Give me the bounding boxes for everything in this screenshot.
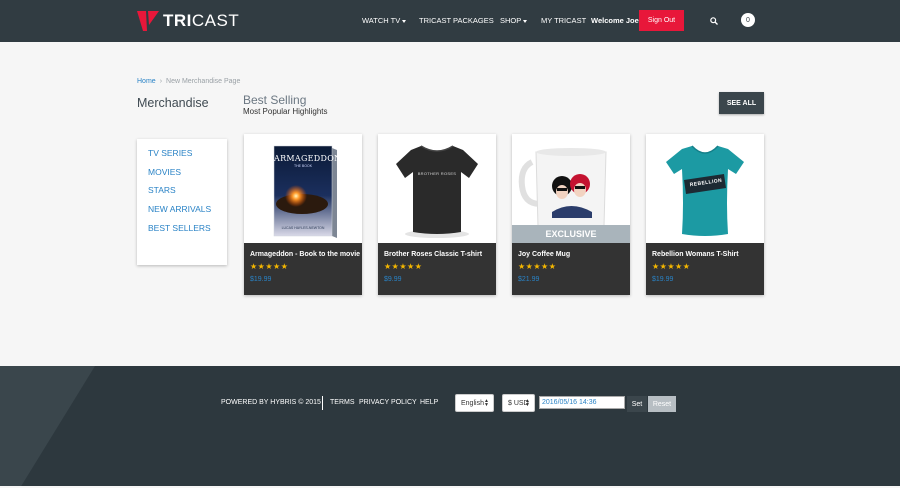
page-title: Merchandise: [137, 96, 209, 110]
product-info: Rebellion Womans T-Shirt ★★★★★ $19.99: [646, 243, 764, 295]
product-card[interactable]: ARMAGEDDON THE BOOK LUCAS HAYLES-NEWTON …: [244, 134, 362, 295]
datetime-input[interactable]: 2016/05/16 14:36: [539, 396, 625, 409]
tshirt-print-text: BROTHER ROSES: [417, 171, 457, 176]
product-price: $9.99: [384, 276, 402, 283]
chevron-down-icon: [402, 19, 407, 23]
tricast-logo[interactable]: TRICAST: [137, 11, 239, 31]
language-select[interactable]: English ▲ ▼: [455, 394, 494, 412]
footer: POWERED BY HYBRIS © 2015 TERMS PRIVACY P…: [0, 366, 900, 488]
tricast-logo-icon: [137, 11, 159, 31]
sign-out-button[interactable]: Sign Out: [639, 10, 684, 31]
set-datetime-button[interactable]: Set: [627, 396, 647, 412]
breadcrumb: Home › New Merchandise Page: [137, 78, 240, 85]
star-rating-icon: ★★★★★: [250, 262, 289, 271]
cart-count-badge[interactable]: 0: [741, 13, 755, 27]
sidebar-item-tv-series[interactable]: TV SERIES: [148, 148, 192, 158]
star-rating-icon: ★★★★★: [384, 262, 423, 271]
see-all-button[interactable]: SEE ALL: [719, 92, 764, 114]
select-arrows-icon: ▲ ▼: [484, 398, 489, 408]
footer-link-help[interactable]: HELP: [420, 399, 438, 406]
powered-by-text: POWERED BY HYBRIS © 2015: [221, 399, 321, 406]
book-cover-author: LUCAS HAYLES-NEWTON: [281, 226, 325, 230]
welcome-user: Welcome Joe: [591, 16, 639, 25]
footer-link-privacy-policy[interactable]: PRIVACY POLICY: [359, 399, 417, 406]
product-image-book[interactable]: ARMAGEDDON THE BOOK LUCAS HAYLES-NEWTON: [244, 134, 362, 243]
currency-select[interactable]: $ USD ▲ ▼: [502, 394, 535, 412]
product-info: Joy Coffee Mug ★★★★★ $21.99: [512, 243, 630, 295]
product-card[interactable]: BROTHER ROSES Brother Roses Classic T-sh…: [378, 134, 496, 295]
product-card[interactable]: EXCLUSIVE Joy Coffee Mug ★★★★★ $21.99: [512, 134, 630, 295]
nav-tricast-packages[interactable]: TRICAST PACKAGES: [419, 16, 494, 25]
product-name[interactable]: Joy Coffee Mug: [518, 251, 570, 258]
product-info: Brother Roses Classic T-shirt ★★★★★ $9.9…: [378, 243, 496, 295]
select-arrows-icon: ▲ ▼: [525, 398, 530, 408]
section-title: Best Selling: [243, 93, 307, 107]
breadcrumb-home-link[interactable]: Home: [137, 78, 156, 85]
breadcrumb-current: New Merchandise Page: [166, 78, 241, 85]
product-image-black-tshirt[interactable]: BROTHER ROSES: [378, 134, 496, 243]
star-rating-icon: ★★★★★: [652, 262, 691, 271]
footer-background-shape: [0, 366, 95, 488]
brand-name: TRICAST: [163, 11, 240, 30]
exclusive-badge: EXCLUSIVE: [512, 225, 630, 243]
nav-my-tricast[interactable]: MY TRICAST: [541, 16, 586, 25]
reset-datetime-button[interactable]: Reset: [648, 396, 676, 412]
top-navigation-bar: TRICAST WATCH TV TRICAST PACKAGES SHOP M…: [0, 0, 900, 42]
product-image-teal-tshirt[interactable]: REBELLION: [646, 134, 764, 243]
chevron-down-icon: [523, 19, 528, 23]
product-image-coffee-mug[interactable]: EXCLUSIVE: [512, 134, 630, 243]
footer-divider: [322, 396, 323, 410]
product-info: Armageddon - Book to the movie ★★★★★ $19…: [244, 243, 362, 295]
nav-shop[interactable]: SHOP: [500, 16, 528, 25]
star-rating-icon: ★★★★★: [518, 262, 557, 271]
sidebar-item-best-sellers[interactable]: BEST SELLERS: [148, 223, 211, 233]
book-cover-title: ARMAGEDDON: [274, 154, 342, 163]
product-price: $19.99: [250, 276, 272, 283]
breadcrumb-separator-icon: ›: [159, 78, 163, 85]
search-icon[interactable]: [710, 17, 718, 25]
sidebar-item-stars[interactable]: STARS: [148, 185, 176, 195]
product-card[interactable]: REBELLION Rebellion Womans T-Shirt ★★★★★…: [646, 134, 764, 295]
sidebar-item-movies[interactable]: MOVIES: [148, 167, 181, 177]
product-name[interactable]: Armageddon - Book to the movie: [250, 251, 360, 258]
product-price: $21.99: [518, 276, 540, 283]
section-subtitle: Most Popular Highlights: [243, 107, 328, 116]
nav-watch-tv[interactable]: WATCH TV: [362, 16, 407, 25]
product-price: $19.99: [652, 276, 674, 283]
sidebar-item-new-arrivals[interactable]: NEW ARRIVALS: [148, 204, 211, 214]
footer-link-terms[interactable]: TERMS: [330, 399, 355, 406]
category-sidebar: TV SERIES MOVIES STARS NEW ARRIVALS BEST…: [137, 139, 227, 265]
book-cover-subtitle: THE BOOK: [293, 164, 313, 168]
product-name[interactable]: Brother Roses Classic T-shirt: [384, 251, 482, 258]
product-name[interactable]: Rebellion Womans T-Shirt: [652, 251, 739, 258]
